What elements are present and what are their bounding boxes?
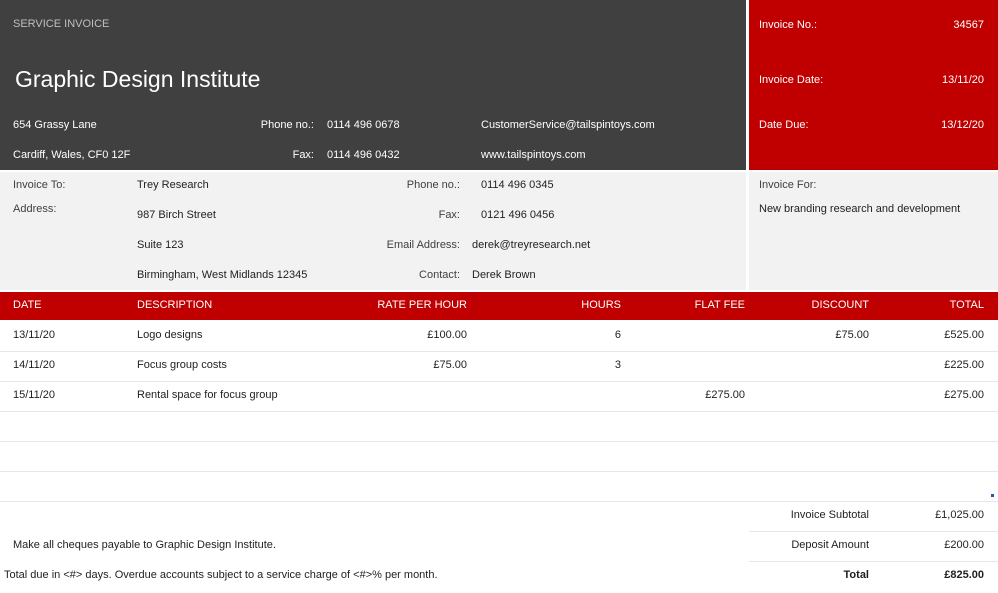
col-description: DESCRIPTION (137, 299, 213, 311)
row-hours: 3 (614, 359, 621, 371)
invoice-date-label: Invoice Date: (759, 74, 824, 86)
deposit-row: Deposit Amount £200.00 (749, 531, 998, 562)
company-phone-label: Phone no.: (260, 119, 314, 131)
client-fax: 0121 496 0456 (481, 209, 555, 221)
total-value: £825.00 (944, 569, 984, 581)
row-description: Rental space for focus group (137, 389, 278, 401)
invoice-for-label: Invoice For: (759, 179, 817, 191)
company-fax: 0114 496 0432 (327, 149, 400, 161)
due-date: 13/12/20 (941, 119, 984, 131)
client-name: Trey Research (137, 179, 209, 191)
client-fax-label: Fax: (438, 209, 460, 221)
subtotal-label: Invoice Subtotal (790, 509, 869, 521)
table-row-empty (0, 441, 998, 472)
row-total: £525.00 (944, 329, 984, 341)
company-name: Graphic Design Institute (15, 66, 261, 92)
due-date-label: Date Due: (759, 119, 809, 131)
table-row: 15/11/20 Rental space for focus group £2… (0, 381, 998, 412)
company-fax-label: Fax: (292, 149, 314, 161)
row-description: Logo designs (137, 329, 203, 341)
row-hours: 6 (614, 329, 621, 341)
total-label: Total (843, 569, 869, 581)
col-total: TOTAL (949, 299, 984, 311)
company-email: CustomerService@tailspintoys.com (481, 119, 655, 131)
resize-handle[interactable] (991, 494, 994, 497)
invoice-number: 34567 (953, 19, 984, 31)
client-contact-label: Contact: (419, 269, 460, 281)
deposit-value: £200.00 (944, 539, 984, 551)
table-row-empty (0, 411, 998, 442)
row-flat-fee: £275.00 (705, 389, 745, 401)
row-total: £275.00 (944, 389, 984, 401)
subtotal-value: £1,025.00 (935, 509, 984, 521)
company-address-line1: 654 Grassy Lane (13, 119, 97, 131)
row-date: 15/11/20 (13, 389, 56, 401)
table-row: 13/11/20 Logo designs £100.00 6 £75.00 £… (0, 321, 998, 352)
client-email: derek@treyresearch.net (472, 239, 591, 251)
invoice-date: 13/11/20 (941, 74, 984, 86)
col-flat-fee: FLAT FEE (694, 299, 745, 311)
company-header: SERVICE INVOICE Graphic Design Institute… (0, 0, 746, 170)
deposit-label: Deposit Amount (791, 539, 869, 551)
invoice-for-description: New branding research and development (759, 203, 961, 215)
invoice-to-label: Invoice To: (13, 179, 66, 191)
client-phone: 0114 496 0345 (481, 179, 554, 191)
terms-note: Total due in <#> days. Overdue accounts … (4, 569, 438, 581)
invoice-for-panel: Invoice For: New branding research and d… (749, 172, 998, 290)
client-address-line1: 987 Birch Street (137, 209, 216, 221)
table-row-empty (0, 471, 998, 502)
col-date: DATE (13, 299, 42, 311)
invoice-number-label: Invoice No.: (759, 19, 818, 31)
invoice-page: SERVICE INVOICE Graphic Design Institute… (0, 0, 998, 593)
client-address-line2: Suite 123 (137, 239, 184, 251)
row-rate: £100.00 (427, 329, 467, 341)
row-discount: £75.00 (835, 329, 869, 341)
row-description: Focus group costs (137, 359, 227, 371)
client-contact: Derek Brown (472, 269, 536, 281)
client-phone-label: Phone no.: (406, 179, 460, 191)
row-date: 13/11/20 (13, 329, 56, 341)
row-date: 14/11/20 (13, 359, 56, 371)
client-address-line3: Birmingham, West Midlands 12345 (137, 269, 308, 281)
invoice-details-box: Invoice No.: 34567 Invoice Date: 13/11/2… (749, 0, 998, 170)
row-rate: £75.00 (433, 359, 467, 371)
total-row: Total £825.00 (749, 561, 998, 591)
address-label: Address: (13, 203, 57, 215)
line-items-header: DATE DESCRIPTION RATE PER HOUR HOURS FLA… (0, 292, 998, 320)
document-type: SERVICE INVOICE (13, 18, 110, 30)
col-rate-per-hour: RATE PER HOUR (377, 299, 467, 311)
row-total: £225.00 (944, 359, 984, 371)
subtotal-row: Invoice Subtotal £1,025.00 (749, 501, 998, 532)
client-email-label: Email Address: (386, 239, 460, 251)
payment-note: Make all cheques payable to Graphic Desi… (13, 539, 276, 551)
table-row: 14/11/20 Focus group costs £75.00 3 £225… (0, 351, 998, 382)
company-address-line2: Cardiff, Wales, CF0 12F (13, 149, 131, 161)
company-phone: 0114 496 0678 (327, 119, 400, 131)
client-info: Invoice To: Address: Trey Research 987 B… (0, 172, 746, 290)
company-website: www.tailspintoys.com (481, 149, 586, 161)
col-discount: DISCOUNT (811, 299, 869, 311)
col-hours: HOURS (581, 299, 621, 311)
